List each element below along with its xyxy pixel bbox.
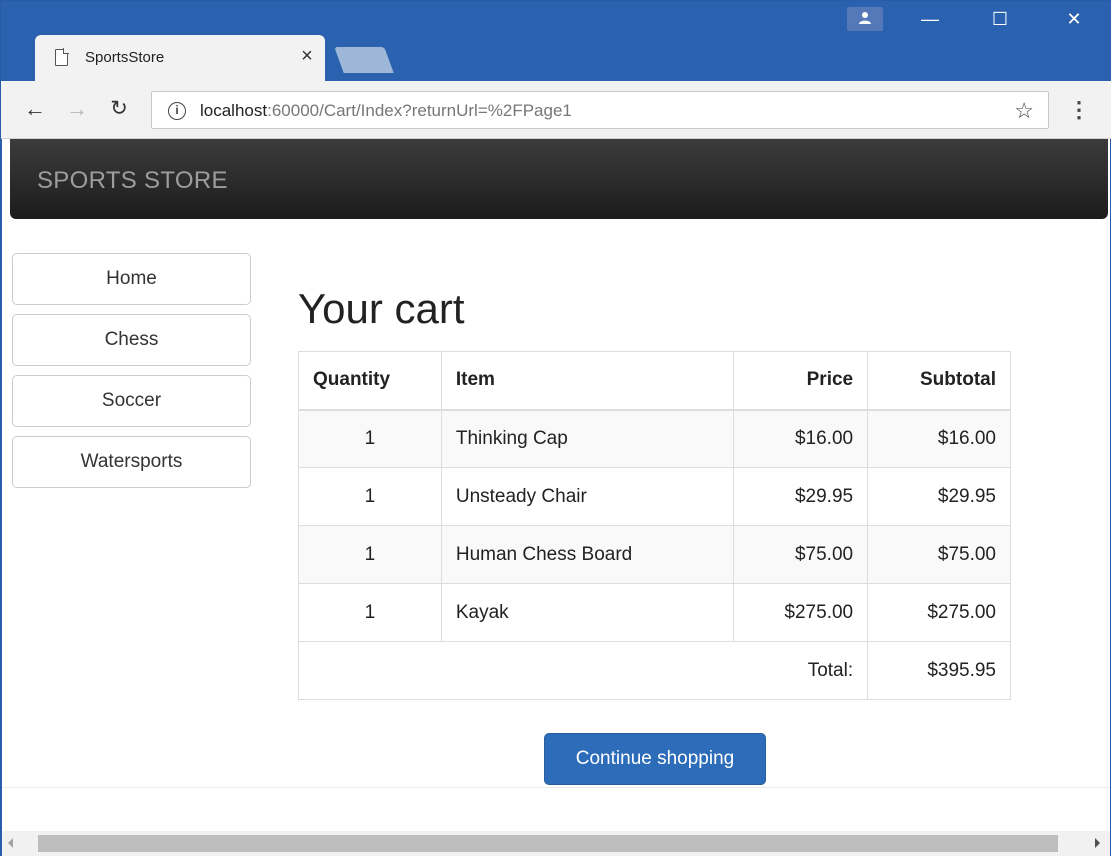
- page-title: Your cart: [298, 285, 465, 332]
- cell-subtotal: $29.95: [867, 467, 1011, 526]
- category-sidebar: Home Chess Soccer Watersports: [12, 253, 251, 497]
- star-icon[interactable]: ☆: [1014, 98, 1034, 124]
- sidebar-item-chess[interactable]: Chess: [12, 314, 251, 366]
- cell-price: $16.00: [733, 409, 869, 468]
- cell-item: Kayak: [440, 583, 735, 642]
- cell-quantity: 1: [298, 525, 442, 584]
- sidebar-item-home[interactable]: Home: [12, 253, 251, 305]
- browser-toolbar: ← → ↻ i localhost:60000/Cart/Index?retur…: [1, 81, 1111, 139]
- table-row: 1 Thinking Cap $16.00 $16.00: [298, 409, 1011, 468]
- back-arrow-icon[interactable]: ←: [21, 95, 49, 123]
- table-row: 1 Kayak $275.00 $275.00: [298, 583, 1011, 642]
- cell-price: $29.95: [733, 467, 869, 526]
- url-text: localhost:60000/Cart/Index?returnUrl=%2F…: [200, 101, 572, 120]
- cell-quantity: 1: [298, 583, 442, 642]
- header-price: Price: [733, 351, 869, 411]
- divider: [2, 787, 1110, 788]
- close-window-button[interactable]: ✕: [1051, 1, 1097, 37]
- total-row: Total: $395.95: [297, 641, 1011, 700]
- horizontal-scrollbar[interactable]: [2, 831, 1110, 856]
- total-value: $395.95: [867, 641, 1011, 700]
- cell-item: Human Chess Board: [440, 525, 735, 584]
- info-icon[interactable]: i: [168, 102, 186, 120]
- cell-quantity: 1: [298, 467, 442, 526]
- menu-dots-icon[interactable]: ⋮: [1067, 95, 1091, 125]
- header-subtotal: Subtotal: [867, 351, 1011, 411]
- cell-item: Unsteady Chair: [440, 467, 735, 526]
- table-row: 1 Unsteady Chair $29.95 $29.95: [298, 467, 1011, 526]
- cell-subtotal: $275.00: [867, 583, 1011, 642]
- page-icon: [55, 48, 69, 66]
- header-item: Item: [440, 351, 735, 411]
- page-viewport: SPORTS STORE Home Chess Soccer Waterspor…: [2, 139, 1110, 856]
- address-bar[interactable]: i localhost:60000/Cart/Index?returnUrl=%…: [151, 91, 1049, 129]
- cart-table: Quantity Item Price Subtotal 1 Thinking …: [297, 351, 1011, 700]
- minimize-button[interactable]: —: [907, 1, 953, 37]
- sidebar-item-watersports[interactable]: Watersports: [12, 436, 251, 488]
- user-icon[interactable]: [847, 7, 883, 31]
- browser-window: SportsStore × — ☐ ✕ ← → ↻ i localhost:60…: [0, 0, 1111, 856]
- new-tab-button[interactable]: [334, 47, 394, 73]
- cell-price: $75.00: [733, 525, 869, 584]
- browser-tab[interactable]: SportsStore ×: [35, 35, 325, 81]
- tab-close-icon[interactable]: ×: [297, 46, 317, 66]
- scrollbar-thumb[interactable]: [38, 835, 1058, 852]
- site-navbar: SPORTS STORE: [10, 139, 1108, 219]
- continue-shopping-button[interactable]: Continue shopping: [544, 733, 766, 785]
- maximize-button[interactable]: ☐: [977, 1, 1023, 37]
- forward-arrow-icon[interactable]: →: [63, 95, 91, 123]
- scroll-left-arrow-icon[interactable]: [8, 838, 13, 848]
- reload-icon[interactable]: ↻: [105, 95, 133, 123]
- table-row: 1 Human Chess Board $75.00 $75.00: [298, 525, 1011, 584]
- cell-quantity: 1: [298, 409, 442, 468]
- table-header-row: Quantity Item Price Subtotal: [298, 351, 1011, 411]
- brand-logo[interactable]: SPORTS STORE: [37, 167, 228, 195]
- scroll-right-arrow-icon[interactable]: [1095, 838, 1100, 848]
- title-bar: SportsStore × — ☐ ✕: [1, 1, 1111, 81]
- header-quantity: Quantity: [298, 351, 442, 411]
- cell-subtotal: $16.00: [867, 409, 1011, 468]
- cell-item: Thinking Cap: [440, 409, 735, 468]
- sidebar-item-soccer[interactable]: Soccer: [12, 375, 251, 427]
- cell-price: $275.00: [733, 583, 869, 642]
- total-label: Total:: [297, 641, 869, 700]
- cell-subtotal: $75.00: [867, 525, 1011, 584]
- tab-title: SportsStore: [85, 49, 165, 66]
